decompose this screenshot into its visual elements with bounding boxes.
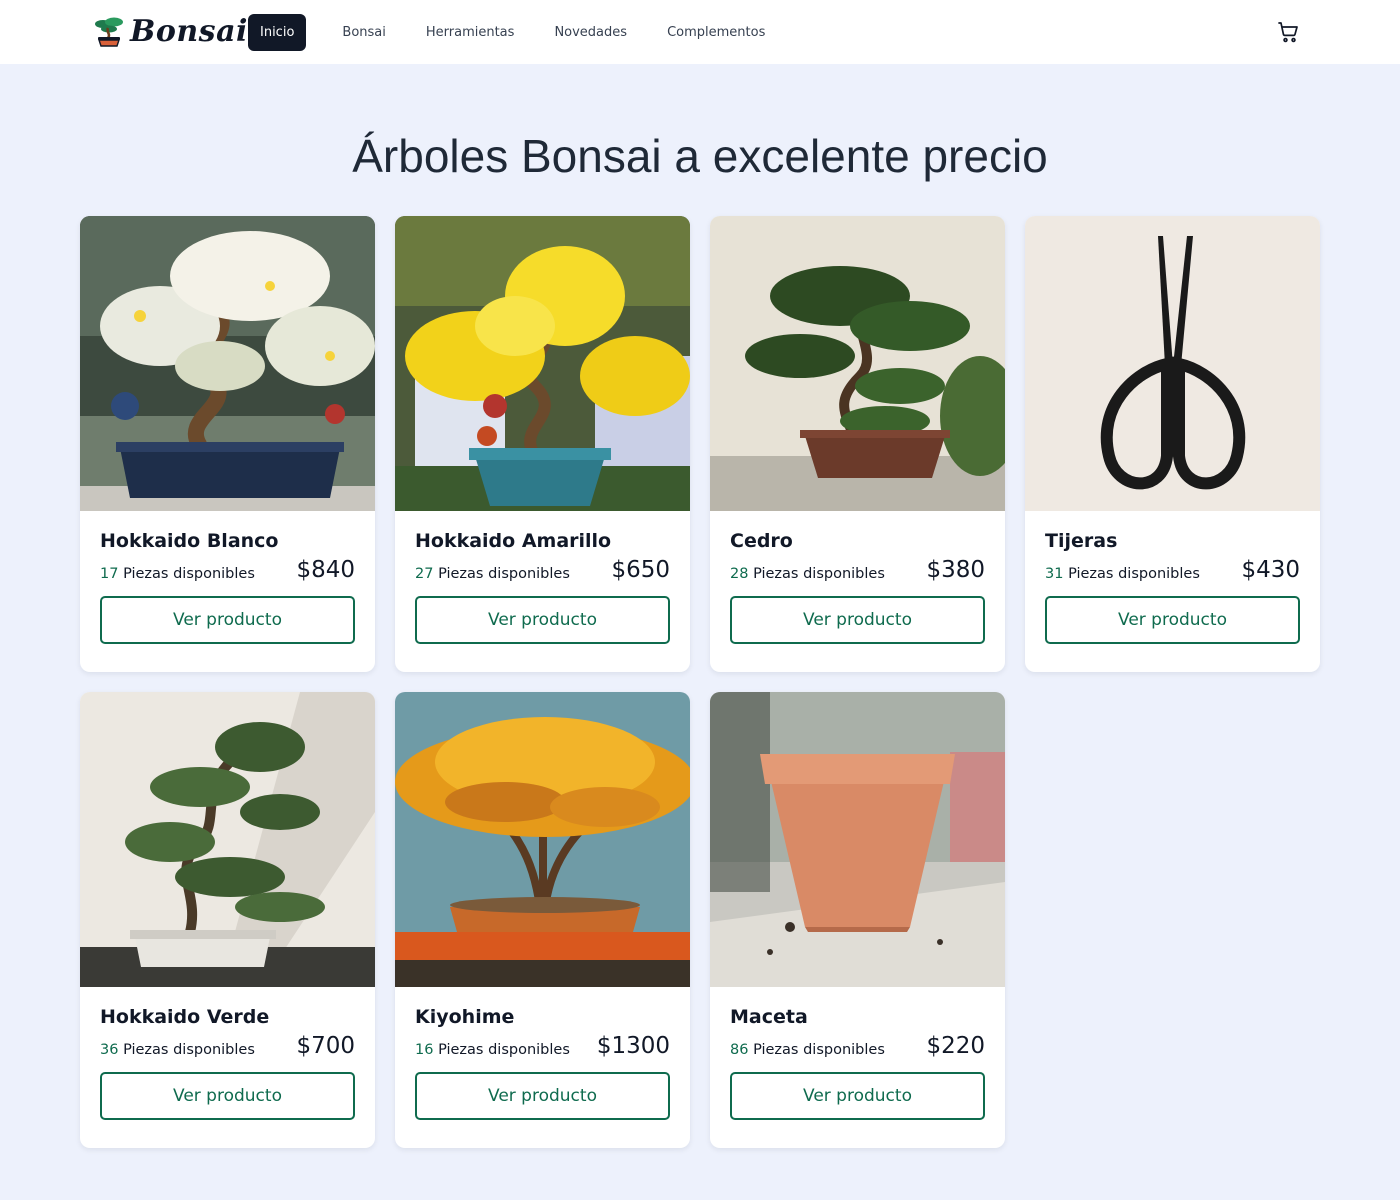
nav-link-inicio[interactable]: Inicio xyxy=(248,14,307,51)
nav-link-herramientas[interactable]: Herramientas xyxy=(406,14,535,51)
orange-maple-bonsai-image xyxy=(395,692,690,987)
product-price: $220 xyxy=(926,1033,985,1059)
product-image[interactable] xyxy=(710,692,1005,987)
product-image[interactable] xyxy=(395,692,690,987)
green-bonsai-image xyxy=(80,692,375,987)
product-price: $840 xyxy=(296,557,355,583)
product-title: Hokkaido Blanco xyxy=(100,530,279,552)
brand-name: Bonsai xyxy=(130,14,248,49)
product-title: Tijeras xyxy=(1045,530,1118,552)
product-card: Hokkaido Amarillo 27 Piezas disponibles … xyxy=(395,216,690,672)
stock-count: 86 xyxy=(730,1042,749,1058)
stock-label: Piezas disponibles xyxy=(438,566,570,582)
product-title: Maceta xyxy=(730,1006,808,1028)
product-image[interactable] xyxy=(395,216,690,511)
cedar-bonsai-image xyxy=(710,216,1005,511)
product-title: Cedro xyxy=(730,530,793,552)
product-card: Tijeras 31 Piezas disponibles $430 Ver p… xyxy=(1025,216,1320,672)
product-image[interactable] xyxy=(710,216,1005,511)
product-card: Hokkaido Blanco 17 Piezas disponibles $8… xyxy=(80,216,375,672)
view-product-button[interactable]: Ver producto xyxy=(100,596,355,644)
yellow-flowering-bonsai-image xyxy=(395,216,690,511)
product-price: $1300 xyxy=(596,1033,670,1059)
main-nav: Inicio Bonsai Herramientas Novedades Com… xyxy=(248,14,785,51)
view-product-button[interactable]: Ver producto xyxy=(415,596,670,644)
stock-info: 86 Piezas disponibles xyxy=(730,1042,885,1061)
stock-label: Piezas disponibles xyxy=(1068,566,1200,582)
stock-label: Piezas disponibles xyxy=(753,566,885,582)
stock-info: 31 Piezas disponibles xyxy=(1045,566,1200,585)
terracotta-pot-image xyxy=(710,692,1005,987)
product-card: Maceta 86 Piezas disponibles $220 Ver pr… xyxy=(710,692,1005,1148)
view-product-button[interactable]: Ver producto xyxy=(100,1072,355,1120)
stock-label: Piezas disponibles xyxy=(438,1042,570,1058)
stock-info: 16 Piezas disponibles xyxy=(415,1042,570,1061)
product-card: Cedro 28 Piezas disponibles $380 Ver pro… xyxy=(710,216,1005,672)
product-image[interactable] xyxy=(80,216,375,511)
white-flowering-bonsai-image xyxy=(80,216,375,511)
product-image[interactable] xyxy=(1025,216,1320,511)
top-navbar: Bonsai Inicio Bonsai Herramientas Noveda… xyxy=(0,0,1400,64)
stock-count: 16 xyxy=(415,1042,434,1058)
view-product-button[interactable]: Ver producto xyxy=(730,1072,985,1120)
product-title: Hokkaido Amarillo xyxy=(415,530,612,552)
stock-info: 17 Piezas disponibles xyxy=(100,566,255,585)
stock-label: Piezas disponibles xyxy=(753,1042,885,1058)
stock-count: 28 xyxy=(730,566,749,582)
page-title: Árboles Bonsai a excelente precio xyxy=(352,130,1048,182)
product-title: Hokkaido Verde xyxy=(100,1006,270,1028)
stock-info: 27 Piezas disponibles xyxy=(415,566,570,585)
stock-info: 28 Piezas disponibles xyxy=(730,566,885,585)
stock-count: 27 xyxy=(415,566,434,582)
nav-link-novedades[interactable]: Novedades xyxy=(534,14,647,51)
shopping-cart-icon[interactable] xyxy=(1276,20,1300,44)
stock-label: Piezas disponibles xyxy=(123,1042,255,1058)
product-price: $650 xyxy=(611,557,670,583)
brand-logo[interactable]: Bonsai xyxy=(92,14,248,50)
bonsai-logo-icon xyxy=(95,17,123,47)
stock-label: Piezas disponibles xyxy=(123,566,255,582)
stock-count: 31 xyxy=(1045,566,1064,582)
product-title: Kiyohime xyxy=(415,1006,515,1028)
view-product-button[interactable]: Ver producto xyxy=(1045,596,1300,644)
product-card: Kiyohime 16 Piezas disponibles $1300 Ver… xyxy=(395,692,690,1148)
product-price: $430 xyxy=(1241,557,1300,583)
view-product-button[interactable]: Ver producto xyxy=(415,1072,670,1120)
stock-count: 36 xyxy=(100,1042,119,1058)
view-product-button[interactable]: Ver producto xyxy=(730,596,985,644)
pruning-scissors-image xyxy=(1025,216,1320,511)
nav-link-complementos[interactable]: Complementos xyxy=(647,14,785,51)
stock-count: 17 xyxy=(100,566,119,582)
product-price: $700 xyxy=(296,1033,355,1059)
product-price: $380 xyxy=(926,557,985,583)
product-card: Hokkaido Verde 36 Piezas disponibles $70… xyxy=(80,692,375,1148)
stock-info: 36 Piezas disponibles xyxy=(100,1042,255,1061)
product-image[interactable] xyxy=(80,692,375,987)
nav-link-bonsai[interactable]: Bonsai xyxy=(322,14,405,51)
